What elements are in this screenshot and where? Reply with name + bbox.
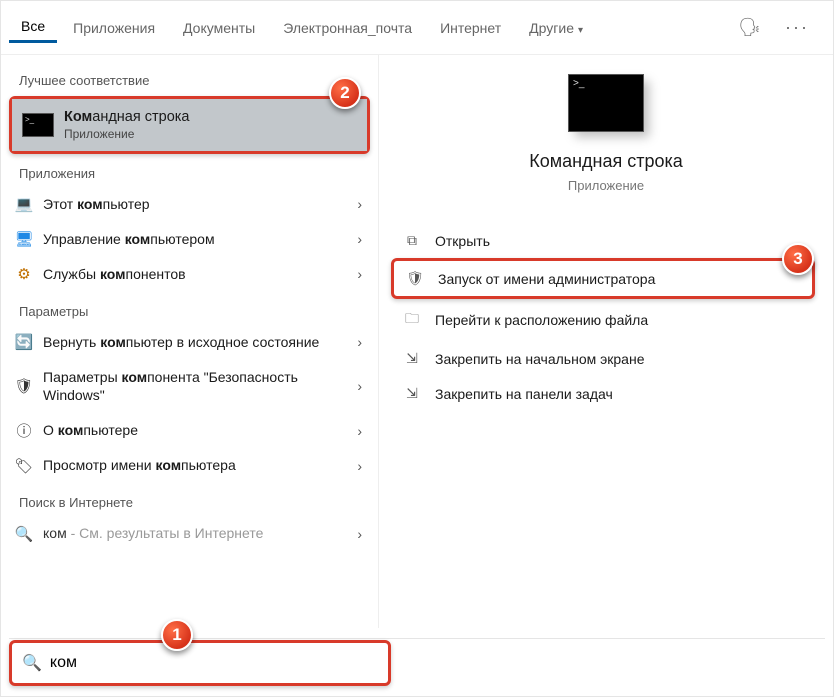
shield-icon: 🛡 [15,377,33,395]
pin-icon: ⇲ [403,385,421,402]
section-best-match: Лучшее соответствие [1,61,378,94]
preview-title: Командная строка [529,151,683,172]
result-component-services[interactable]: ⚙ Службы компонентов › [1,257,378,292]
feedback-icon[interactable]: 🗣 [728,11,771,44]
section-settings: Параметры [1,292,378,325]
step-badge-2: 2 [329,77,361,109]
best-match-title: Командная строка [64,109,189,125]
tab-documents[interactable]: Документы [171,14,267,42]
result-this-pc[interactable]: 💻 Этот компьютер › [1,187,378,222]
best-match-subtitle: Приложение [64,127,189,141]
result-manage-pc[interactable]: 🖥 Управление компьютером › [1,222,378,257]
chevron-right-icon: › [357,378,364,394]
cmd-icon [22,113,54,137]
search-input[interactable] [50,654,378,672]
chevron-right-icon: › [357,231,364,247]
tab-all[interactable]: Все [9,12,57,43]
search-icon: 🔍 [22,653,42,673]
tab-apps[interactable]: Приложения [61,14,167,42]
result-reset-pc[interactable]: 🔄 Вернуть компьютер в исходное состояние… [1,325,378,360]
chevron-right-icon: › [357,423,364,439]
tab-internet[interactable]: Интернет [428,14,513,42]
admin-icon: 🛡 [406,270,424,287]
result-web-search[interactable]: 🔍 ком - См. результаты в Интернете › [1,516,378,551]
pc-icon: 💻 [15,195,33,213]
action-pin-start[interactable]: ⇲ Закрепить на начальном экране [383,341,823,376]
chevron-right-icon: › [357,196,364,212]
chevron-right-icon: › [357,334,364,350]
section-apps: Приложения [1,154,378,187]
chevron-right-icon: › [357,526,364,542]
tab-email[interactable]: Электронная_почта [271,14,424,42]
tab-other[interactable]: Другие▾ [517,14,595,42]
chevron-down-icon: ▾ [578,25,583,36]
preview-pane: Командная строка Приложение ⧉ Открыть 🛡 … [379,55,833,628]
result-view-pc-name[interactable]: 🏷 Просмотр имени компьютера › [1,448,378,483]
chevron-right-icon: › [357,266,364,282]
tag-icon: 🏷 [15,457,33,475]
open-icon: ⧉ [403,232,421,249]
results-pane: Лучшее соответствие Командная строка При… [1,55,379,628]
pin-icon: ⇲ [403,350,421,367]
manage-icon: 🖥 [15,230,33,248]
step-badge-3: 3 [782,243,814,275]
filter-tabs: Все Приложения Документы Электронная_поч… [1,1,833,55]
reset-icon: 🔄 [15,333,33,351]
best-match-item[interactable]: Командная строка Приложение [12,99,367,151]
info-icon: ⓘ [15,422,33,440]
more-icon[interactable]: ··· [775,11,819,44]
preview-app-icon [569,75,643,131]
action-run-as-admin[interactable]: 🛡 Запуск от имени администратора [394,261,812,296]
action-pin-taskbar[interactable]: ⇲ Закрепить на панели задач [383,376,823,411]
services-icon: ⚙ [15,265,33,283]
search-bar-area: 🔍 1 [9,640,825,686]
chevron-right-icon: › [357,458,364,474]
highlight-search-box: 🔍 1 [9,640,391,686]
search-icon: 🔍 [15,525,33,543]
result-windows-security[interactable]: 🛡 Параметры компонента "Безопасность Win… [1,360,378,414]
preview-type: Приложение [568,178,644,193]
action-open-file-location[interactable]: 🗀 Перейти к расположению файла [383,299,823,341]
step-badge-1: 1 [161,619,193,651]
section-web: Поиск в Интернете [1,483,378,516]
highlight-run-admin: 🛡 Запуск от имени администратора 3 [391,258,815,299]
highlight-best-match: Командная строка Приложение 2 [9,96,370,154]
action-open[interactable]: ⧉ Открыть [383,223,823,258]
folder-icon: 🗀 [403,308,421,332]
result-about-pc[interactable]: ⓘ О компьютере › [1,413,378,448]
